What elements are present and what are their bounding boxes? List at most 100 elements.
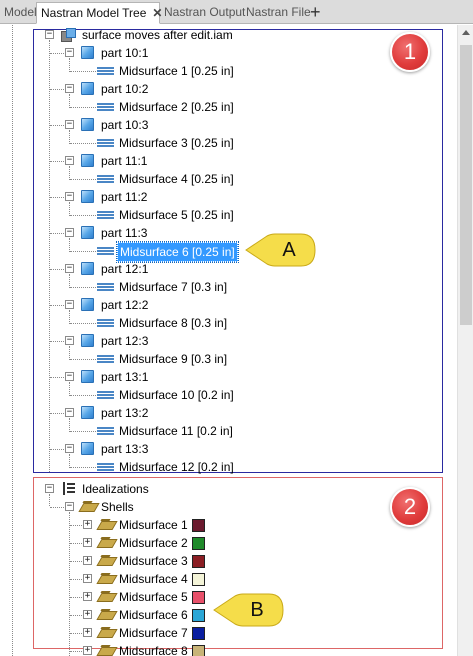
shell-color-swatch — [192, 555, 205, 568]
tree-guide-line — [69, 166, 70, 180]
scrollbar-thumb[interactable] — [460, 45, 472, 325]
tree-node-part[interactable]: part 13:1 — [99, 368, 150, 386]
tree-guide-line — [70, 107, 96, 108]
collapse-toggle-icon[interactable]: − — [65, 336, 74, 345]
tree-guide-line — [50, 507, 66, 508]
part-cube-icon — [81, 46, 94, 59]
tree-node-part[interactable]: part 11:3 — [99, 224, 149, 242]
collapse-toggle-icon[interactable]: − — [65, 372, 74, 381]
tree-node-part[interactable]: part 10:2 — [99, 80, 150, 98]
expand-toggle-icon[interactable]: + — [83, 592, 92, 601]
tab-nastran-file[interactable]: Nastran File — [242, 2, 315, 24]
midsurface-icon — [97, 427, 114, 435]
expand-toggle-icon[interactable]: + — [83, 556, 92, 565]
tree-node-midsurface[interactable]: Midsurface 5 [0.25 in] — [117, 206, 236, 224]
collapse-toggle-icon[interactable]: − — [65, 156, 74, 165]
tree-node-midsurface[interactable]: Midsurface 9 [0.3 in] — [117, 350, 229, 368]
tree-node-shell[interactable]: Midsurface 3 — [117, 552, 190, 570]
tree-guide-line — [70, 431, 96, 432]
part-cube-icon — [81, 442, 94, 455]
tree-guide-line — [69, 512, 70, 656]
shell-color-swatch — [192, 573, 205, 586]
collapse-toggle-icon[interactable]: − — [65, 408, 74, 417]
tree-node-midsurface[interactable]: Midsurface 10 [0.2 in] — [117, 386, 236, 404]
shells-icon — [80, 501, 97, 512]
expand-toggle-icon[interactable]: + — [83, 538, 92, 547]
tree-node-midsurface[interactable]: Midsurface 1 [0.25 in] — [117, 62, 236, 80]
tree-node-midsurface-selected[interactable]: Midsurface 6 [0.25 in] — [116, 241, 239, 263]
tree-node-shell[interactable]: Midsurface 5 — [117, 588, 190, 606]
tree-node-shell[interactable]: Midsurface 1 — [117, 516, 190, 534]
tree-node-part[interactable]: part 12:3 — [99, 332, 150, 350]
tab-nastran-model-tree[interactable]: Nastran Model Tree ✕ — [36, 2, 162, 24]
tree-node-midsurface[interactable]: Midsurface 7 [0.3 in] — [117, 278, 229, 296]
shell-property-icon — [98, 573, 115, 584]
midsurface-icon — [97, 247, 114, 255]
collapse-toggle-icon[interactable]: − — [45, 30, 54, 39]
tab-nastran-output[interactable]: Nastran Output — [160, 2, 249, 24]
expand-toggle-icon[interactable]: + — [83, 628, 92, 637]
idealizations-icon-bar — [67, 491, 75, 493]
tree-node-midsurface[interactable]: Midsurface 11 [0.2 in] — [117, 422, 235, 440]
tree-guide-line — [70, 579, 82, 580]
midsurface-icon — [97, 319, 114, 327]
shell-color-swatch — [192, 627, 205, 640]
expand-toggle-icon[interactable]: + — [83, 574, 92, 583]
tree-node-midsurface[interactable]: Midsurface 3 [0.25 in] — [117, 134, 236, 152]
midsurface-icon — [97, 103, 114, 111]
tree-node-part[interactable]: part 10:3 — [99, 116, 150, 134]
idealizations-icon-bar — [67, 483, 75, 485]
tree-node-part[interactable]: part 12:2 — [99, 296, 150, 314]
tree-guide-line — [70, 615, 82, 616]
expand-toggle-icon[interactable]: + — [83, 610, 92, 619]
tree-node-shell[interactable]: Midsurface 4 — [117, 570, 190, 588]
tree-guide-line — [50, 377, 66, 378]
tree-guide-line — [49, 494, 50, 506]
tree-node-midsurface[interactable]: Midsurface 12 [0.2 in] — [117, 458, 236, 476]
collapse-toggle-icon[interactable]: − — [65, 192, 74, 201]
collapse-toggle-icon[interactable]: − — [65, 84, 74, 93]
part-cube-icon — [81, 370, 94, 383]
tree-node-part[interactable]: part 11:2 — [99, 188, 149, 206]
tree-guide-line — [50, 125, 66, 126]
expand-toggle-icon[interactable]: + — [83, 520, 92, 529]
tree-guide-line — [69, 346, 70, 360]
tree-node-midsurface[interactable]: Midsurface 2 [0.25 in] — [117, 98, 236, 116]
expand-toggle-icon[interactable]: + — [83, 646, 92, 655]
tree-node-assembly[interactable]: surface moves after edit.iam — [80, 26, 235, 44]
tree-node-shell[interactable]: Midsurface 6 — [117, 606, 190, 624]
add-tab-icon[interactable]: + — [310, 1, 321, 23]
tree-node-shell[interactable]: Midsurface 7 — [117, 624, 190, 642]
shell-color-swatch — [192, 537, 205, 550]
callout-b: B — [213, 593, 285, 627]
tree-node-part[interactable]: part 12:1 — [99, 260, 150, 278]
assembly-icon — [61, 28, 76, 42]
tree-node-part[interactable]: part 10:1 — [99, 44, 150, 62]
tree-node-part[interactable]: part 13:2 — [99, 404, 150, 422]
collapse-toggle-icon[interactable]: − — [45, 484, 54, 493]
tree-guide-line — [70, 323, 96, 324]
tree-node-part[interactable]: part 11:1 — [99, 152, 149, 170]
scroll-up-arrow-icon[interactable] — [458, 25, 473, 41]
midsurface-icon — [97, 211, 114, 219]
collapse-toggle-icon[interactable]: − — [65, 264, 74, 273]
tree-node-midsurface[interactable]: Midsurface 4 [0.25 in] — [117, 170, 236, 188]
collapse-toggle-icon[interactable]: − — [65, 120, 74, 129]
tab-model[interactable]: Model — [0, 2, 41, 24]
shell-color-swatch — [192, 519, 205, 532]
tree-node-midsurface[interactable]: Midsurface 8 [0.3 in] — [117, 314, 229, 332]
tree-node-idealizations[interactable]: Idealizations — [80, 480, 151, 498]
tree-node-part[interactable]: part 13:3 — [99, 440, 150, 458]
collapse-toggle-icon[interactable]: − — [65, 444, 74, 453]
vertical-scrollbar[interactable] — [457, 25, 473, 656]
tree-guide-line — [70, 651, 82, 652]
tree-node-shell[interactable]: Midsurface 2 — [117, 534, 190, 552]
collapse-toggle-icon[interactable]: − — [65, 228, 74, 237]
tree-guide-line — [69, 418, 70, 432]
collapse-toggle-icon[interactable]: − — [65, 502, 74, 511]
tree-guide-line — [70, 287, 96, 288]
tree-node-shells[interactable]: Shells — [99, 498, 136, 516]
collapse-toggle-icon[interactable]: − — [65, 48, 74, 57]
collapse-toggle-icon[interactable]: − — [65, 300, 74, 309]
tree-node-shell[interactable]: Midsurface 8 — [117, 642, 190, 656]
